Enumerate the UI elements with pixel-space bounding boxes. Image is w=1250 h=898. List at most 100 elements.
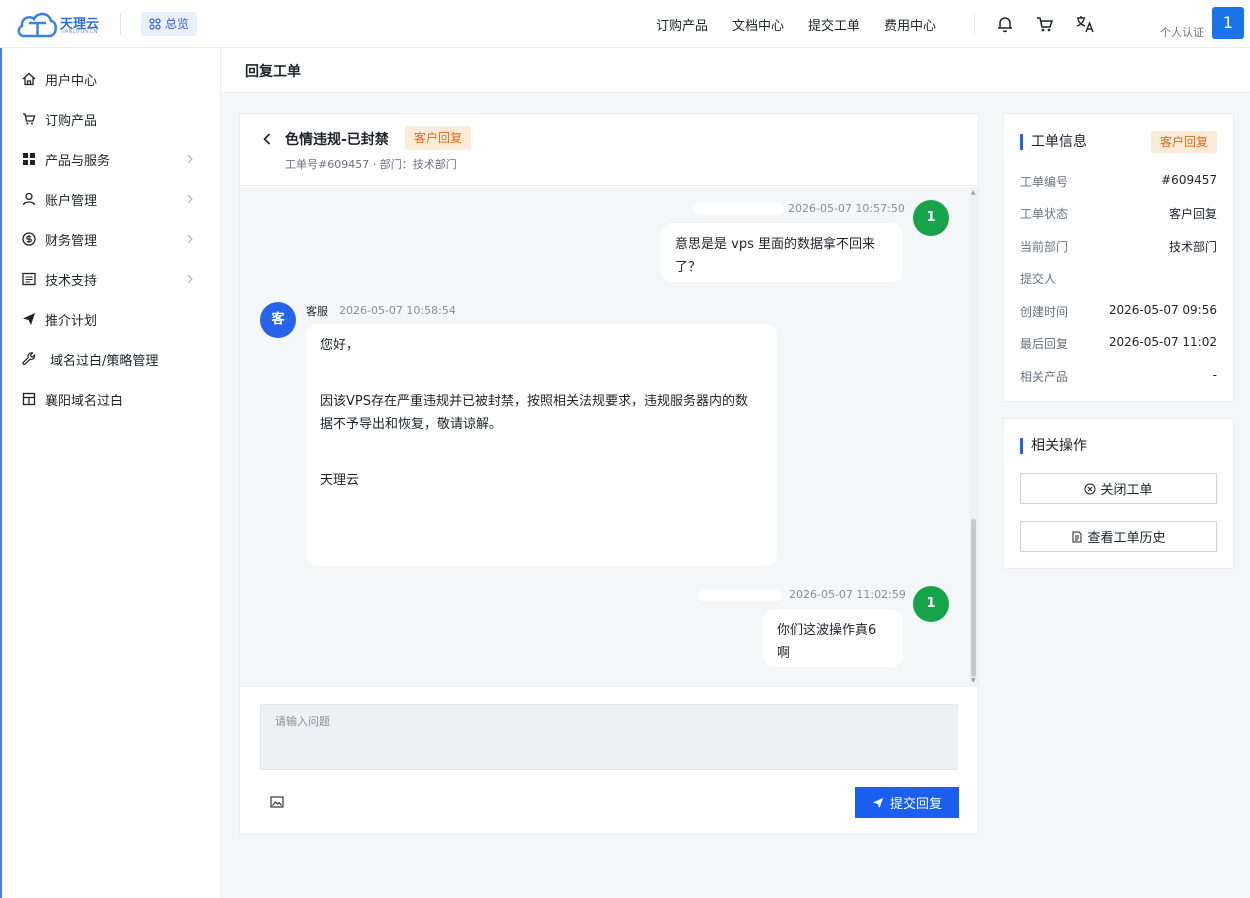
- topnav-docs[interactable]: 文档中心: [732, 15, 784, 34]
- page-title: 回复工单: [245, 64, 301, 80]
- sidebar-item-account[interactable]: 账户管理: [0, 179, 220, 219]
- topnav-billing[interactable]: 费用中心: [884, 15, 936, 34]
- user-avatar[interactable]: 1: [1212, 7, 1244, 39]
- status-badge: 客户回复: [1151, 131, 1218, 153]
- scroll-up-icon[interactable]: ▲: [971, 189, 976, 196]
- topnav-submit-ticket[interactable]: 提交工单: [808, 15, 860, 34]
- message-line: 据不予导出和恢复，敬请谅解。: [320, 417, 503, 432]
- chevron-right-icon: [187, 234, 193, 244]
- ticket-history-button[interactable]: 查看工单历史: [1020, 521, 1217, 552]
- image-upload-icon[interactable]: [270, 796, 284, 808]
- close-ticket-button[interactable]: 关闭工单: [1020, 473, 1217, 504]
- info-label: 相关产品: [1020, 370, 1069, 384]
- info-label: 当前部门: [1020, 240, 1069, 254]
- verify-label[interactable]: 个人认证: [1160, 24, 1204, 40]
- avatar: 客: [260, 302, 296, 338]
- info-value: 2026-05-07 11:02: [1108, 335, 1217, 349]
- logo[interactable]: 天理云 TIANLIYUN.CN: [16, 8, 100, 40]
- sidebar: 用户中心 订购产品 产品与服务 账户管理 财务管理 技术支持 推介计划 域名过白…: [0, 48, 221, 898]
- message-time: 2026-05-07 11:02:59: [789, 588, 906, 601]
- dollar-icon: [22, 232, 36, 246]
- avatar: 1: [913, 586, 949, 622]
- info-label: 创建时间: [1020, 305, 1069, 319]
- sidebar-item-xiangyang-whitelist[interactable]: 襄阳域名过白: [0, 379, 220, 419]
- close-ticket-label: 关闭工单: [1100, 483, 1153, 498]
- message-line: 意思是是 vps 里面的数据拿不回来了？: [675, 237, 875, 275]
- sidebar-item-label: 财务管理: [45, 233, 98, 249]
- message-time: 2026-05-07 10:57:50: [788, 202, 905, 215]
- sidebar-item-referral[interactable]: 推介计划: [0, 299, 220, 339]
- ticket-info-card: 工单信息 客户回复 工单编号 #609457 工单状态 客户回复 当前部门 技术…: [1003, 113, 1234, 402]
- sidebar-item-label: 襄阳域名过白: [45, 393, 124, 409]
- message-line: 天理云: [320, 473, 360, 488]
- sidebar-item-support[interactable]: 技术支持: [0, 259, 220, 299]
- redacted-name: [698, 589, 782, 601]
- cloud-logo-icon: [17, 12, 57, 38]
- table-icon: [22, 392, 36, 406]
- info-value: 技术部门: [1168, 240, 1217, 254]
- translate-icon[interactable]: [1075, 14, 1095, 34]
- chevron-right-icon: [187, 194, 193, 204]
- sidebar-item-label: 域名过白/策略管理: [50, 353, 159, 369]
- grid-icon: [23, 153, 35, 165]
- message-sender: 客服: [306, 305, 328, 318]
- wrench-icon: [22, 352, 36, 366]
- scroll-down-icon[interactable]: ▼: [971, 677, 976, 684]
- message-line: [320, 357, 763, 380]
- overview-button[interactable]: 总览: [141, 12, 198, 36]
- message-bubble: 您好， 因该VPS存在严重违规并已被封禁，按照相关法规要求，违规服务器内的数 据…: [306, 324, 777, 566]
- reply-input[interactable]: 请输入问题: [260, 704, 958, 770]
- info-value: 客户回复: [1168, 207, 1217, 221]
- message-line: 因该VPS存在严重违规并已被封禁，按照相关法规要求，违规服务器内的数: [320, 394, 748, 409]
- submit-reply-button[interactable]: 提交回复: [855, 787, 959, 818]
- reply-placeholder: 请输入问题: [275, 715, 330, 728]
- sidebar-item-label: 技术支持: [45, 273, 98, 289]
- info-value: -: [1212, 368, 1217, 382]
- ticket-card: 色情违规-已封禁 客户回复 工单号#609457 · 部门：技术部门 2026-…: [239, 113, 979, 835]
- home-icon: [22, 72, 36, 86]
- info-value: 2026-05-07 09:56: [1108, 303, 1217, 317]
- send-icon: [872, 797, 883, 808]
- section-title: 工单信息: [1020, 134, 1087, 150]
- avatar: 1: [913, 200, 949, 236]
- overview-label: 总览: [165, 17, 190, 31]
- header-divider: [974, 13, 975, 35]
- bell-icon[interactable]: [995, 14, 1015, 34]
- close-circle-icon: [1084, 483, 1096, 494]
- section-title: 相关操作: [1020, 438, 1087, 454]
- chevron-left-icon[interactable]: [262, 132, 272, 146]
- ticket-header: 色情违规-已封禁 客户回复 工单号#609457 · 部门：技术部门: [240, 114, 978, 186]
- cart-icon: [23, 113, 36, 125]
- sidebar-item-label: 用户中心: [45, 73, 98, 89]
- sidebar-item-label: 推介计划: [45, 313, 98, 329]
- redacted-name: [692, 203, 784, 215]
- sidebar-item-domain-whitelist[interactable]: 域名过白/策略管理: [0, 339, 220, 379]
- message-time: 2026-05-07 10:58:54: [339, 304, 456, 317]
- cart-icon[interactable]: [1035, 14, 1055, 34]
- ticket-actions-card: 相关操作 关闭工单 查看工单历史: [1003, 418, 1234, 569]
- sidebar-item-label: 产品与服务: [45, 153, 111, 169]
- page-title-bar: 回复工单: [221, 48, 1250, 93]
- sidebar-item-order[interactable]: 订购产品: [0, 99, 220, 139]
- top-nav: 订购产品 文档中心 提交工单 费用中心: [656, 0, 936, 48]
- info-label: 工单编号: [1020, 175, 1069, 189]
- top-header: 天理云 TIANLIYUN.CN 总览 订购产品 文档中心 提交工单 费用中心 …: [0, 0, 1250, 48]
- sidebar-item-products[interactable]: 产品与服务: [0, 139, 220, 179]
- message-list[interactable]: 2026-05-07 10:57:50 1 意思是是 vps 里面的数据拿不回来…: [240, 187, 978, 687]
- message-line: 您好，: [320, 338, 360, 353]
- info-label: 工单状态: [1020, 207, 1069, 221]
- topnav-order[interactable]: 订购产品: [656, 15, 708, 34]
- info-label: 提交人: [1020, 272, 1057, 286]
- chevron-right-icon: [187, 154, 193, 164]
- message-line: [320, 380, 763, 390]
- info-value: #609457: [1161, 173, 1217, 187]
- submit-reply-label: 提交回复: [889, 797, 942, 812]
- list-icon: [22, 272, 36, 286]
- header-divider: [120, 13, 121, 35]
- sidebar-item-label: 账户管理: [45, 193, 98, 209]
- message-line: 你们这波操作真6啊: [777, 623, 877, 661]
- ticket-history-label: 查看工单历史: [1087, 531, 1166, 546]
- scrollbar-thumb[interactable]: [971, 519, 976, 677]
- sidebar-item-user-center[interactable]: 用户中心: [0, 59, 220, 99]
- sidebar-item-finance[interactable]: 财务管理: [0, 219, 220, 259]
